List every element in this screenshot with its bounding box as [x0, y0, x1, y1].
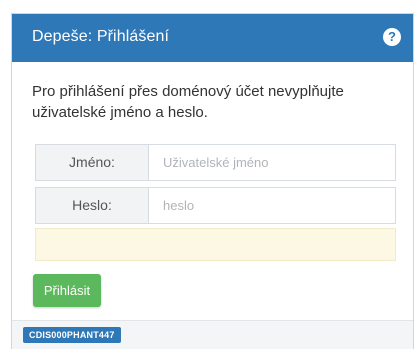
username-label: Jméno: [36, 145, 149, 180]
panel-title: Depeše: Přihlášení [32, 28, 169, 45]
message-area [35, 228, 396, 261]
workstation-badge: CDIS000PHANT447 [23, 327, 121, 343]
login-info-text: Pro přihlášení přes doménový účet nevypl… [32, 83, 344, 121]
panel-header: Depeše: Přihlášení ? [12, 14, 413, 62]
username-input[interactable] [149, 145, 395, 180]
password-input[interactable] [149, 188, 395, 223]
question-circle-icon[interactable]: ? [383, 28, 401, 46]
username-field-group: Jméno: [35, 144, 396, 181]
password-field-group: Heslo: [35, 187, 396, 224]
panel-footer: CDIS000PHANT447 [12, 320, 413, 349]
password-label: Heslo: [36, 188, 149, 223]
login-button[interactable]: Přihlásit [33, 274, 101, 307]
login-panel: Depeše: Přihlášení ? Pro přihlášení přes… [11, 13, 414, 349]
